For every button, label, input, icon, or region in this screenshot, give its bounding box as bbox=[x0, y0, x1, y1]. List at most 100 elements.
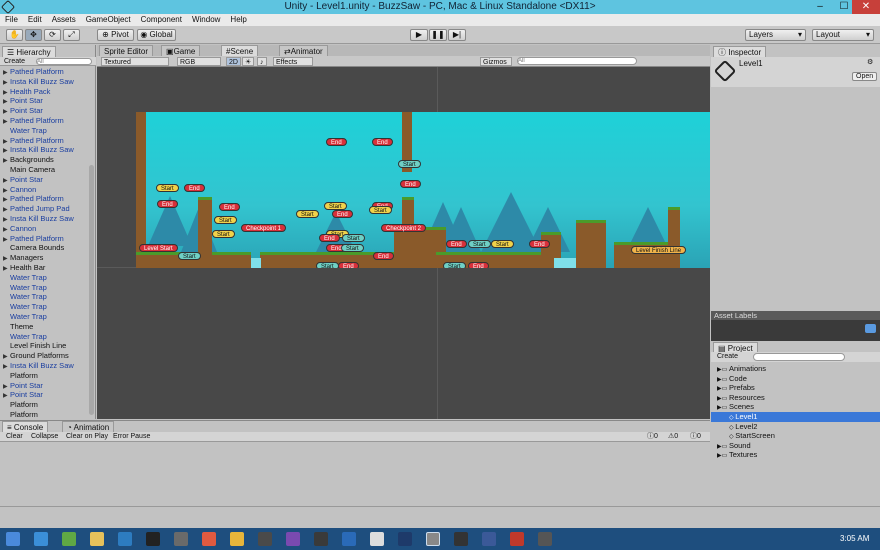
close-button[interactable]: ✕ bbox=[852, 0, 880, 14]
path-marker-label[interactable]: Start bbox=[212, 230, 235, 238]
hierarchy-item[interactable]: Theme bbox=[0, 322, 88, 332]
effects-dropdown[interactable]: Effects bbox=[273, 57, 313, 66]
hierarchy-item[interactable]: ▶ Cannon bbox=[0, 185, 88, 195]
project-folder[interactable]: ▶▭ Code bbox=[711, 374, 880, 384]
error-count[interactable]: ⓘ0 bbox=[690, 432, 701, 442]
hierarchy-item[interactable]: ▶ Point Star bbox=[0, 381, 88, 391]
hierarchy-item[interactable]: ▶ Pathed Platform bbox=[0, 67, 88, 77]
hierarchy-item[interactable]: ▶ Pathed Platform bbox=[0, 194, 88, 204]
steam-icon[interactable] bbox=[146, 532, 160, 546]
hierarchy-item[interactable]: ▶ Health Pack bbox=[0, 87, 88, 97]
rotate-tool-button[interactable]: ⟳ bbox=[44, 29, 61, 41]
hierarchy-item[interactable]: ▶ Pathed Platform bbox=[0, 136, 88, 146]
hierarchy-search-input[interactable] bbox=[36, 58, 92, 65]
photoshop-icon[interactable] bbox=[398, 532, 412, 546]
hierarchy-item[interactable]: ▶ Point Star bbox=[0, 106, 88, 116]
tab-hierarchy[interactable]: ☰ Hierarchy bbox=[2, 46, 56, 57]
unity-icon[interactable] bbox=[426, 532, 440, 546]
hierarchy-item[interactable]: Water Trap bbox=[0, 273, 88, 283]
hierarchy-scrollbar[interactable] bbox=[89, 165, 94, 415]
path-marker-label[interactable]: Level Finish Line bbox=[631, 246, 687, 254]
path-marker-label[interactable]: Start bbox=[324, 202, 347, 210]
path-marker-label[interactable]: Start bbox=[369, 206, 392, 214]
path-marker-label[interactable]: Start bbox=[468, 240, 491, 248]
path-marker-label[interactable]: End bbox=[157, 200, 178, 208]
clear-button[interactable]: Clear bbox=[6, 432, 23, 442]
app-icon[interactable] bbox=[202, 532, 216, 546]
explorer-icon[interactable] bbox=[90, 532, 104, 546]
minimize-button[interactable]: – bbox=[808, 0, 832, 14]
2d-toggle[interactable]: 2D bbox=[226, 57, 241, 66]
hand-tool-button[interactable]: ✋ bbox=[6, 29, 23, 41]
hierarchy-item[interactable]: Platform bbox=[0, 371, 88, 381]
project-scene[interactable]: ◇ Level1 bbox=[711, 412, 880, 422]
hierarchy-item[interactable]: Water Trap bbox=[0, 283, 88, 293]
hierarchy-item[interactable]: ▶ Insta Kill Buzz Saw bbox=[0, 214, 88, 224]
hierarchy-item[interactable]: ▶ Cannon bbox=[0, 224, 88, 234]
project-scene[interactable]: ◇ Level2 bbox=[711, 422, 880, 432]
path-marker-label[interactable]: Checkpoint 2 bbox=[381, 224, 427, 232]
hierarchy-item[interactable]: ▶ Pathed Platform bbox=[0, 116, 88, 126]
path-marker-label[interactable]: End bbox=[319, 234, 340, 242]
hierarchy-item[interactable]: ▶ Pathed Jump Pad bbox=[0, 204, 88, 214]
path-marker-label[interactable]: End bbox=[446, 240, 467, 248]
app-icon[interactable] bbox=[370, 532, 384, 546]
info-count[interactable]: ⓘ0 bbox=[647, 432, 658, 442]
scale-tool-button[interactable]: ⤢ bbox=[63, 29, 80, 41]
hierarchy-item[interactable]: ▶ Point Star bbox=[0, 390, 88, 400]
pivot-toggle[interactable]: ⊕ Pivot bbox=[97, 29, 134, 41]
path-marker-label[interactable]: End bbox=[373, 252, 394, 260]
hierarchy-item[interactable]: ▶ Health Bar bbox=[0, 263, 88, 273]
hierarchy-item[interactable]: Camera Bounds bbox=[0, 243, 88, 253]
taskbar-clock[interactable]: 3:05 AM bbox=[840, 534, 869, 543]
menu-file[interactable]: File bbox=[0, 14, 23, 26]
menu-gameobject[interactable]: GameObject bbox=[81, 14, 136, 26]
app-icon[interactable] bbox=[118, 532, 132, 546]
lighting-toggle[interactable]: ☀ bbox=[242, 57, 255, 66]
path-marker-label[interactable]: Start bbox=[398, 160, 421, 168]
error-pause-button[interactable]: Error Pause bbox=[113, 432, 150, 442]
hierarchy-item[interactable]: Water Trap bbox=[0, 312, 88, 322]
path-marker-label[interactable]: Start bbox=[178, 252, 201, 260]
collapse-button[interactable]: Collapse bbox=[31, 432, 58, 442]
path-marker-label[interactable]: End bbox=[372, 138, 393, 146]
app-icon[interactable] bbox=[342, 532, 356, 546]
hierarchy-item[interactable]: ▶ Insta Kill Buzz Saw bbox=[0, 361, 88, 371]
path-marker-label[interactable]: Start bbox=[491, 240, 514, 248]
hierarchy-item[interactable]: ▶ Pathed Platform bbox=[0, 234, 88, 244]
tag-icon[interactable] bbox=[865, 324, 876, 333]
hierarchy-item[interactable]: ▶ Backgrounds bbox=[0, 155, 88, 165]
chrome-icon[interactable] bbox=[230, 532, 244, 546]
hierarchy-item[interactable]: Platform bbox=[0, 410, 88, 420]
app-icon[interactable] bbox=[174, 532, 188, 546]
app-icon[interactable] bbox=[538, 532, 552, 546]
path-marker-label[interactable]: Start bbox=[156, 184, 179, 192]
menu-help[interactable]: Help bbox=[225, 14, 251, 26]
clear-on-play-button[interactable]: Clear on Play bbox=[66, 432, 108, 442]
path-marker-label[interactable]: End bbox=[332, 210, 353, 218]
project-folder[interactable]: ▶▭ Textures bbox=[711, 450, 880, 460]
menu-window[interactable]: Window bbox=[187, 14, 225, 26]
path-marker-label[interactable]: Start bbox=[316, 262, 339, 268]
path-marker-label[interactable]: End bbox=[326, 138, 347, 146]
hierarchy-item[interactable]: ▶ Point Star bbox=[0, 175, 88, 185]
start-icon[interactable] bbox=[6, 532, 20, 546]
global-toggle[interactable]: ◉ Global bbox=[137, 29, 176, 41]
hierarchy-item[interactable]: ▶ Point Star bbox=[0, 96, 88, 106]
hierarchy-item[interactable]: Level Finish Line bbox=[0, 341, 88, 351]
tab-inspector[interactable]: ⓘ Inspector bbox=[713, 46, 767, 57]
hierarchy-item[interactable]: ▶ Insta Kill Buzz Saw bbox=[0, 145, 88, 155]
path-marker-label[interactable]: End bbox=[400, 180, 421, 188]
play-button[interactable]: ▶ bbox=[410, 29, 428, 41]
settings-gear-icon[interactable]: ⚙ bbox=[867, 58, 873, 66]
layers-dropdown[interactable]: Layers ▾ bbox=[745, 29, 806, 41]
app-icon[interactable] bbox=[314, 532, 328, 546]
project-folder[interactable]: ▶▭ Prefabs bbox=[711, 383, 880, 393]
path-marker-label[interactable]: End bbox=[338, 262, 359, 268]
hierarchy-item[interactable]: Main Camera bbox=[0, 165, 88, 175]
step-button[interactable]: ▶| bbox=[448, 29, 466, 41]
hierarchy-item[interactable]: Water Trap bbox=[0, 302, 88, 312]
warning-count[interactable]: ⚠0 bbox=[668, 432, 678, 442]
project-folder[interactable]: ▶▭ Sound bbox=[711, 441, 880, 451]
hierarchy-item[interactable]: Water Trap bbox=[0, 332, 88, 342]
